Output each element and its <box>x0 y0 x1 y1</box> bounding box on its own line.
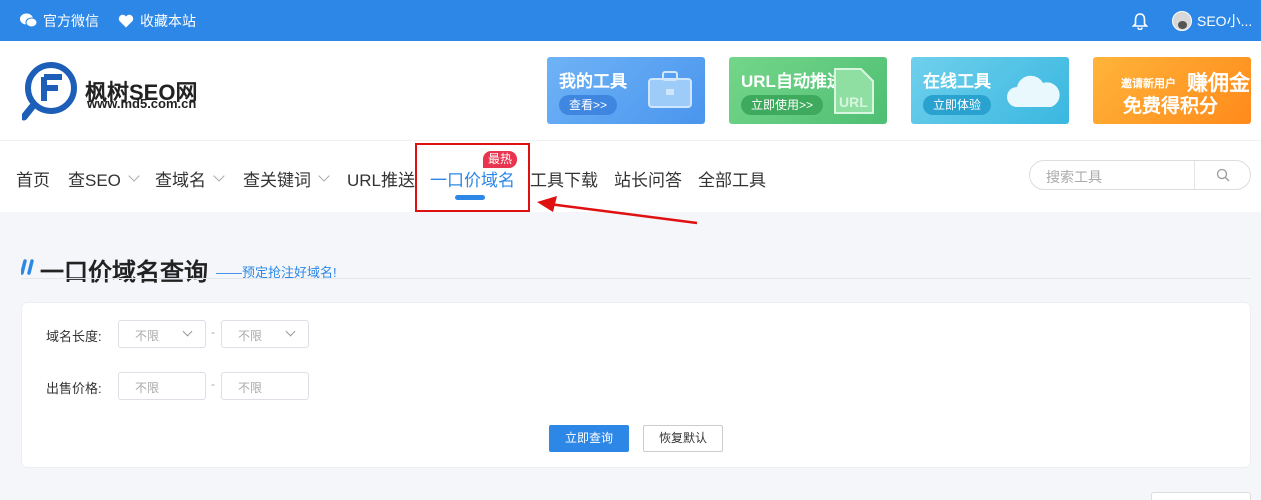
search-divider <box>1194 161 1195 189</box>
select-value: 不限 <box>135 329 160 343</box>
nav-home[interactable]: 首页 <box>16 166 50 191</box>
annotation-arrow-icon <box>537 196 698 225</box>
avatar <box>1172 10 1192 31</box>
section-divider <box>21 278 1251 279</box>
search-input[interactable]: 搜索工具 <box>1046 167 1102 187</box>
range-separator: - <box>211 325 215 339</box>
search-icon[interactable] <box>1216 168 1230 182</box>
nav-label: 首页 <box>16 171 50 190</box>
chevron-down-icon <box>213 170 225 182</box>
nav-label: URL推送 <box>347 171 416 190</box>
toolbox-icon <box>648 71 692 108</box>
user-name: SEO小... <box>1197 12 1253 29</box>
wechat-icon <box>20 13 37 28</box>
nav-seo[interactable]: 查SEO <box>68 166 140 191</box>
floating-widget[interactable] <box>1151 492 1251 500</box>
price-label: 出售价格: <box>46 381 102 396</box>
nav-domain[interactable]: 查域名 <box>155 166 225 191</box>
cloud-icon <box>1007 75 1060 107</box>
favorite-link[interactable]: 收藏本站 <box>118 0 196 41</box>
logo-icon[interactable] <box>22 61 80 121</box>
input-placeholder: 不限 <box>238 381 263 395</box>
promo-button[interactable]: 立即使用>> <box>741 95 824 115</box>
wechat-link[interactable]: 官方微信 <box>20 0 99 41</box>
reset-button[interactable]: 恢复默认 <box>643 425 723 452</box>
chevron-down-icon <box>285 326 296 337</box>
nav-label: 查域名 <box>155 171 206 190</box>
favorite-label: 收藏本站 <box>140 12 196 29</box>
nav-label: 查SEO <box>68 171 121 190</box>
price-min-input[interactable]: 不限 <box>118 372 206 400</box>
length-label: 域名长度: <box>46 329 102 344</box>
chevron-down-icon <box>318 170 330 182</box>
chevron-down-icon <box>128 170 140 182</box>
nav-url-push[interactable]: URL推送 <box>347 166 415 191</box>
bell-icon[interactable] <box>1131 12 1149 30</box>
nav-label: 全部工具 <box>698 171 766 190</box>
user-menu[interactable]: SEO小... <box>1172 0 1252 41</box>
promo-my-tools[interactable]: 我的工具 查看>> <box>547 57 705 124</box>
header: 枫树SEO网 www.md5.com.cn 我的工具 查看>> URL自动推送 … <box>0 41 1261 140</box>
query-button[interactable]: 立即查询 <box>549 425 629 452</box>
nav-all-tools[interactable]: 全部工具 <box>698 166 766 191</box>
promo-title: 我的工具 <box>559 72 627 91</box>
promo-url-push[interactable]: URL自动推送 立即使用>> URL <box>729 57 887 124</box>
promo-subtitle: 免费得积分 <box>1123 96 1219 117</box>
url-document-icon: URL <box>834 68 874 114</box>
promo-button[interactable]: 查看>> <box>559 95 618 115</box>
length-min-select[interactable]: 不限 <box>118 320 206 348</box>
input-placeholder: 不限 <box>135 381 160 395</box>
section-mark-icon <box>21 259 34 275</box>
nav-tool-download[interactable]: 工具下载 <box>530 166 598 191</box>
heart-icon <box>118 14 134 27</box>
promo-online-tools[interactable]: 在线工具 立即体验 <box>911 57 1069 124</box>
range-separator: - <box>211 377 215 391</box>
svg-text:URL: URL <box>839 94 868 110</box>
tool-search[interactable]: 搜索工具 <box>1029 160 1251 190</box>
highlight-box <box>415 143 530 212</box>
nav-webmaster-qa[interactable]: 站长问答 <box>614 166 682 191</box>
promo-button[interactable]: 立即体验 <box>923 95 992 115</box>
page-title: 一口价域名查询 <box>40 259 208 286</box>
promo-title: 在线工具 <box>923 72 991 91</box>
promo-earn-commission[interactable]: 邀请新用户 赚佣金 免费得积分 <box>1093 57 1251 124</box>
chevron-down-icon <box>182 326 193 337</box>
price-max-input[interactable]: 不限 <box>221 372 309 400</box>
logo-domain: www.md5.com.cn <box>87 96 197 111</box>
promo-tag: 邀请新用户 <box>1121 78 1176 90</box>
select-value: 不限 <box>238 329 263 343</box>
nav-label: 站长问答 <box>614 171 682 190</box>
nav-label: 工具下载 <box>530 171 598 190</box>
nav-label: 查关键词 <box>243 171 311 190</box>
length-max-select[interactable]: 不限 <box>221 320 309 348</box>
nav-keywords[interactable]: 查关键词 <box>243 166 330 191</box>
top-bar: 官方微信 收藏本站 SEO小... <box>0 0 1261 41</box>
wechat-label: 官方微信 <box>43 12 99 29</box>
